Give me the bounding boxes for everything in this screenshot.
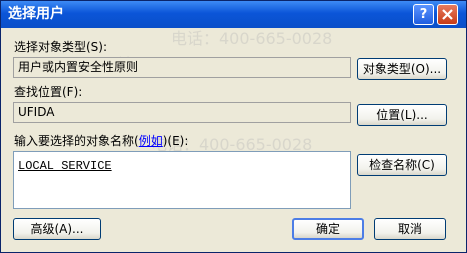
title-bar[interactable]: 选择用户 ? bbox=[1, 1, 466, 28]
select-users-dialog: 选择用户 ? 电话：400-665-0028 网址：www.chanjet.ne… bbox=[0, 0, 467, 253]
advanced-button[interactable]: 高级(A)... bbox=[13, 218, 101, 240]
object-names-label-suffix: )(E): bbox=[162, 134, 189, 148]
object-names-label-prefix: 输入要选择的对象名称( bbox=[14, 134, 139, 148]
cancel-button[interactable]: 取消 bbox=[374, 218, 446, 240]
watermark-phone: 电话：400-665-0028 bbox=[171, 29, 333, 48]
object-names-label: 输入要选择的对象名称(例如)(E): bbox=[14, 134, 188, 148]
examples-link[interactable]: 例如 bbox=[139, 134, 163, 148]
locations-button[interactable]: 位置(L)... bbox=[357, 104, 447, 126]
close-button[interactable] bbox=[437, 4, 458, 25]
check-names-button[interactable]: 检查名称(C) bbox=[357, 154, 447, 176]
object-type-field: 用户或内置安全性原则 bbox=[13, 57, 351, 78]
close-icon bbox=[442, 9, 453, 20]
help-button[interactable]: ? bbox=[413, 4, 434, 25]
object-names-input[interactable]: LOCAL SERVICE bbox=[13, 151, 351, 209]
help-icon: ? bbox=[419, 7, 428, 22]
ok-button[interactable]: 确定 bbox=[292, 218, 364, 240]
dialog-title: 选择用户 bbox=[8, 6, 64, 22]
location-field: UFIDA bbox=[13, 102, 351, 123]
object-types-button[interactable]: 对象类型(O)... bbox=[357, 58, 447, 80]
object-type-label: 选择对象类型(S): bbox=[14, 40, 108, 54]
location-label: 查找位置(F): bbox=[14, 85, 83, 99]
object-names-value: LOCAL SERVICE bbox=[18, 159, 112, 173]
